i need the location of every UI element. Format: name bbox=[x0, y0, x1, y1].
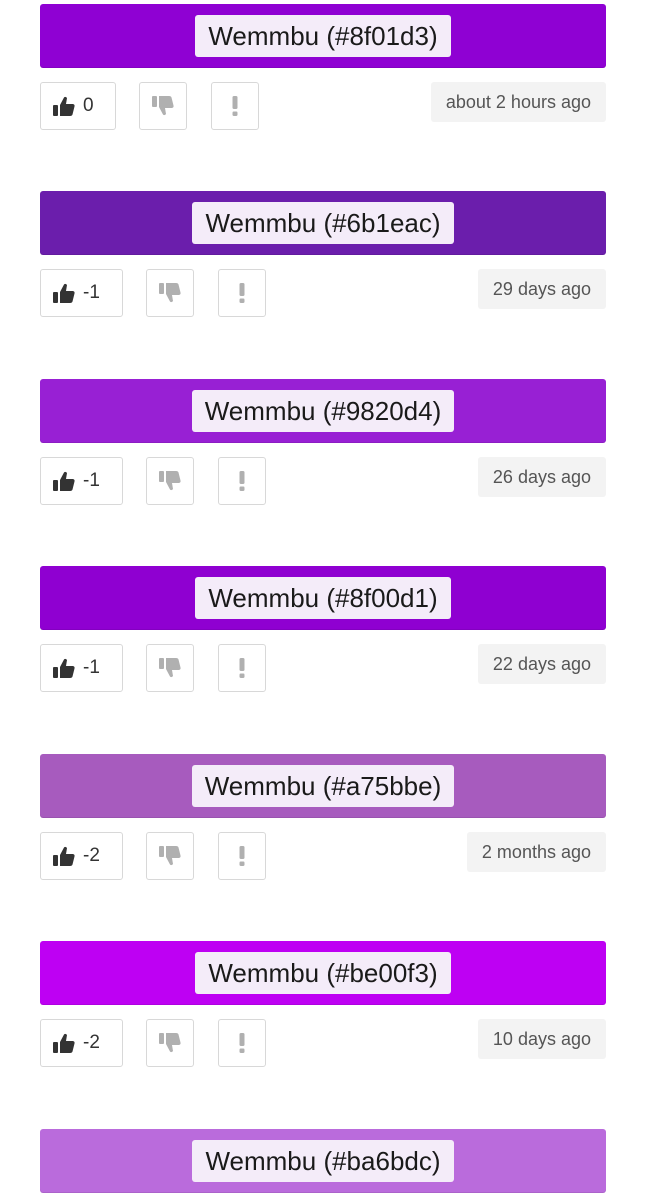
downvote-button[interactable] bbox=[146, 457, 194, 505]
thumbs-up-icon bbox=[53, 283, 75, 303]
entry-actions: 0 about 2 hours ago bbox=[40, 82, 606, 132]
vote-count: -2 bbox=[83, 845, 100, 866]
color-name-label: Wemmbu (#8f01d3) bbox=[195, 15, 451, 57]
color-swatch-bar: Wemmbu (#ba6bdc) bbox=[40, 1129, 606, 1193]
timestamp-badge: 26 days ago bbox=[477, 457, 606, 497]
timestamp-badge: about 2 hours ago bbox=[430, 82, 606, 122]
exclamation-icon bbox=[238, 471, 246, 491]
thumbs-up-icon bbox=[53, 1033, 75, 1053]
thumbs-down-icon bbox=[159, 1033, 181, 1053]
report-button[interactable] bbox=[211, 82, 259, 130]
color-name-label: Wemmbu (#8f00d1) bbox=[195, 577, 451, 619]
color-name-label: Wemmbu (#be00f3) bbox=[195, 952, 451, 994]
downvote-button[interactable] bbox=[139, 82, 187, 130]
upvote-button[interactable]: -1 bbox=[40, 457, 123, 505]
downvote-button[interactable] bbox=[146, 644, 194, 692]
report-button[interactable] bbox=[218, 269, 266, 317]
color-swatch-bar: Wemmbu (#9820d4) bbox=[40, 379, 606, 443]
downvote-button[interactable] bbox=[146, 269, 194, 317]
thumbs-down-icon bbox=[159, 283, 181, 303]
upvote-button[interactable]: -2 bbox=[40, 1019, 123, 1067]
report-button[interactable] bbox=[218, 644, 266, 692]
vote-count: -1 bbox=[83, 282, 100, 303]
report-button[interactable] bbox=[218, 832, 266, 880]
report-button[interactable] bbox=[218, 457, 266, 505]
exclamation-icon bbox=[238, 658, 246, 678]
vote-count: -2 bbox=[83, 1032, 100, 1053]
exclamation-icon bbox=[238, 283, 246, 303]
entry-actions: -2 2 months ago bbox=[40, 832, 606, 882]
vote-count: -1 bbox=[83, 470, 100, 491]
entry-actions: -1 26 days ago bbox=[40, 457, 606, 507]
entry-actions: -1 22 days ago bbox=[40, 644, 606, 694]
color-entry: Wemmbu (#9820d4) -1 26 days ago bbox=[40, 379, 606, 507]
color-entry: Wemmbu (#6b1eac) -1 29 days ago bbox=[40, 191, 606, 319]
downvote-button[interactable] bbox=[146, 1019, 194, 1067]
color-swatch-bar: Wemmbu (#6b1eac) bbox=[40, 191, 606, 255]
thumbs-up-icon bbox=[53, 471, 75, 491]
thumbs-up-icon bbox=[53, 96, 75, 116]
color-swatch-bar: Wemmbu (#be00f3) bbox=[40, 941, 606, 1005]
entry-actions: -2 10 days ago bbox=[40, 1019, 606, 1069]
upvote-button[interactable]: -1 bbox=[40, 644, 123, 692]
timestamp-badge: 29 days ago bbox=[477, 269, 606, 309]
color-entry: Wemmbu (#ba6bdc) bbox=[40, 1129, 606, 1193]
entry-actions: -1 29 days ago bbox=[40, 269, 606, 319]
color-swatch-bar: Wemmbu (#8f00d1) bbox=[40, 566, 606, 630]
upvote-button[interactable]: -1 bbox=[40, 269, 123, 317]
exclamation-icon bbox=[231, 96, 239, 116]
color-swatch-bar: Wemmbu (#a75bbe) bbox=[40, 754, 606, 818]
color-swatch-bar: Wemmbu (#8f01d3) bbox=[40, 4, 606, 68]
color-name-label: Wemmbu (#ba6bdc) bbox=[192, 1140, 454, 1182]
upvote-button[interactable]: 0 bbox=[40, 82, 116, 130]
color-entry: Wemmbu (#8f01d3) 0 about 2 hours ago bbox=[40, 4, 606, 132]
color-name-label: Wemmbu (#6b1eac) bbox=[192, 202, 454, 244]
thumbs-down-icon bbox=[159, 846, 181, 866]
thumbs-down-icon bbox=[159, 471, 181, 491]
color-name-label: Wemmbu (#a75bbe) bbox=[191, 765, 455, 807]
color-entry: Wemmbu (#8f00d1) -1 22 days ago bbox=[40, 566, 606, 694]
thumbs-down-icon bbox=[152, 96, 174, 116]
downvote-button[interactable] bbox=[146, 832, 194, 880]
report-button[interactable] bbox=[218, 1019, 266, 1067]
thumbs-up-icon bbox=[53, 658, 75, 678]
vote-count: 0 bbox=[83, 95, 94, 116]
exclamation-icon bbox=[238, 846, 246, 866]
timestamp-badge: 2 months ago bbox=[466, 832, 606, 872]
timestamp-badge: 22 days ago bbox=[477, 644, 606, 684]
color-entry: Wemmbu (#be00f3) -2 10 days ago bbox=[40, 941, 606, 1069]
exclamation-icon bbox=[238, 1033, 246, 1053]
thumbs-down-icon bbox=[159, 658, 181, 678]
timestamp-badge: 10 days ago bbox=[477, 1019, 606, 1059]
color-entry: Wemmbu (#a75bbe) -2 2 months ago bbox=[40, 754, 606, 882]
upvote-button[interactable]: -2 bbox=[40, 832, 123, 880]
vote-count: -1 bbox=[83, 657, 100, 678]
color-name-label: Wemmbu (#9820d4) bbox=[191, 390, 455, 432]
thumbs-up-icon bbox=[53, 846, 75, 866]
